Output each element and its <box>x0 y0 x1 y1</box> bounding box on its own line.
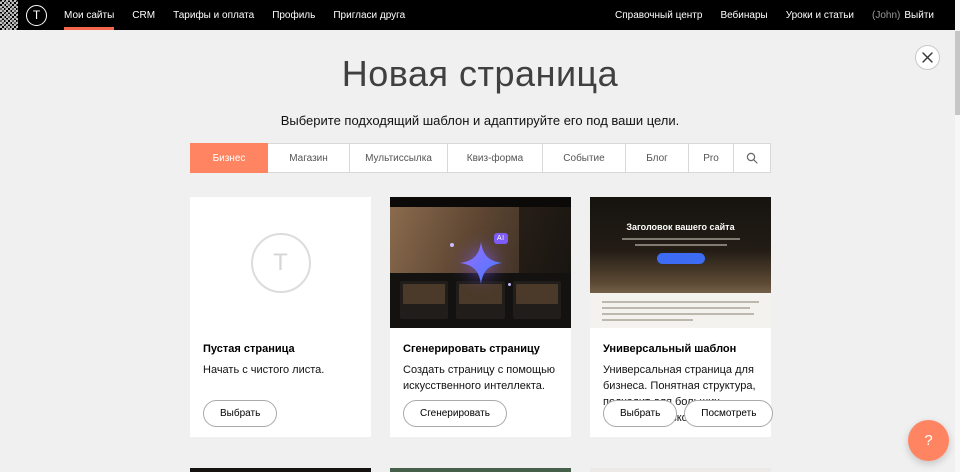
tab-business[interactable]: Бизнес <box>190 143 268 173</box>
preview-heading: Заголовок вашего сайта <box>590 197 771 232</box>
tilda-logo[interactable]: T <box>26 5 47 26</box>
card-title: Универсальный шаблон <box>603 343 758 355</box>
preview-hero: Заголовок вашего сайта <box>590 197 771 293</box>
sparkle-dot <box>508 283 511 286</box>
nav-item-webinars[interactable]: Вебинары <box>711 0 776 30</box>
template-card-partial[interactable] <box>390 468 571 472</box>
navbar-left-menu: Мои сайты CRM Тарифы и оплата Профиль Пр… <box>55 0 414 30</box>
view-universal-button[interactable]: Посмотреть <box>684 400 773 427</box>
scrollbar-track[interactable] <box>955 0 960 472</box>
top-navbar: T Мои сайты CRM Тарифы и оплата Профиль … <box>0 0 955 30</box>
tab-multilink[interactable]: Мультиссылка <box>350 144 448 172</box>
scrollbar-thumb[interactable] <box>955 31 960 115</box>
tab-event[interactable]: Событие <box>543 144 626 172</box>
preview-text-line <box>635 244 727 246</box>
nav-item-plans-payment[interactable]: Тарифы и оплата <box>164 0 263 30</box>
template-card-grid: T Пустая страница Начать с чистого листа… <box>190 197 771 437</box>
account-user-name: (John) <box>872 10 900 21</box>
generate-button[interactable]: Сгенерировать <box>403 400 507 427</box>
tab-pro[interactable]: Pro <box>689 144 734 172</box>
ai-badge: AI <box>494 233 508 244</box>
card-universal-template: Заголовок вашего сайта Универсальный шаб… <box>590 197 771 437</box>
template-card-grid-row2 <box>190 468 771 472</box>
nav-item-profile[interactable]: Профиль <box>263 0 324 30</box>
search-icon <box>746 152 758 164</box>
choose-universal-button[interactable]: Выбрать <box>603 400 677 427</box>
template-card-partial[interactable] <box>190 468 371 472</box>
sparkle-dot <box>450 243 454 247</box>
universal-preview-image: Заголовок вашего сайта <box>590 197 771 328</box>
new-page-modal: T Мои сайты CRM Тарифы и оплата Профиль … <box>0 0 960 472</box>
tab-quiz-form[interactable]: Квиз-форма <box>448 144 543 172</box>
card-generate-page: AI Сгенерировать страницу Создать страни… <box>390 197 571 437</box>
template-category-tabs: Бизнес Магазин Мультиссылка Квиз-форма С… <box>190 143 771 173</box>
nav-item-help-center[interactable]: Справочный центр <box>606 0 711 30</box>
noise-pattern <box>0 0 18 30</box>
page-title: Новая страница <box>0 53 960 95</box>
ai-sparkle-icon <box>458 240 504 286</box>
card-title: Пустая страница <box>203 343 358 355</box>
tab-blog[interactable]: Блог <box>626 144 689 172</box>
nav-item-invite-friend[interactable]: Пригласи друга <box>324 0 414 30</box>
ai-sparkle-wrap: AI <box>390 197 571 328</box>
page-subtitle: Выберите подходящий шаблон и адаптируйте… <box>0 113 960 128</box>
tilda-logo-watermark: T <box>251 233 311 293</box>
card-description: Начать с чистого листа. <box>203 363 358 379</box>
nav-item-lessons-articles[interactable]: Уроки и статьи <box>777 0 863 30</box>
nav-item-crm[interactable]: CRM <box>123 0 164 30</box>
help-button[interactable]: ? <box>908 420 949 461</box>
choose-blank-button[interactable]: Выбрать <box>203 400 277 427</box>
preview-body-text <box>590 293 771 328</box>
nav-item-my-sites[interactable]: Мои сайты <box>55 0 123 30</box>
navbar-right-menu: Справочный центр Вебинары Уроки и статьи… <box>606 0 955 30</box>
card-title: Сгенерировать страницу <box>403 343 558 355</box>
preview-cta-button <box>657 253 705 264</box>
card-blank-page: T Пустая страница Начать с чистого листа… <box>190 197 371 437</box>
nav-item-account[interactable]: (John) Выйти <box>863 0 943 30</box>
card-description: Создать страницу с помощью искусственног… <box>403 363 558 395</box>
template-card-partial[interactable] <box>590 468 771 472</box>
preview-text-line <box>622 238 740 240</box>
tab-shop[interactable]: Магазин <box>268 144 350 172</box>
generate-preview-image: AI <box>390 197 571 328</box>
logout-link[interactable]: Выйти <box>904 10 934 21</box>
blank-page-preview: T <box>190 197 371 328</box>
tab-search[interactable] <box>734 144 770 172</box>
